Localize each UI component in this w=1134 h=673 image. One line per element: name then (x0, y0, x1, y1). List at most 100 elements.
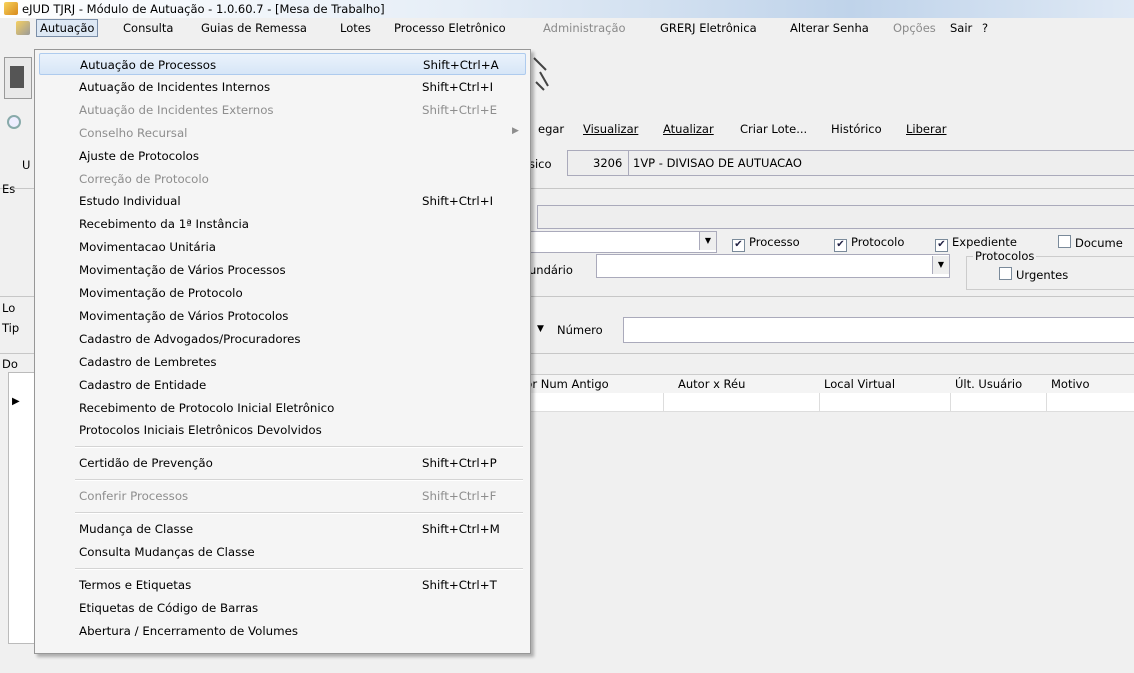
menu-consulta[interactable]: Consulta (123, 21, 173, 35)
col-local-virtual[interactable]: Local Virtual (824, 377, 895, 391)
menu-item-autuacao-de-incidentes-internos[interactable]: Autuação de Incidentes Internos Shift+Ctr… (39, 76, 526, 98)
menu-item-label: Etiquetas de Código de Barras (79, 600, 259, 615)
menu-item-shortcut: Shift+Ctrl+P (422, 456, 497, 471)
menu-help[interactable]: ? (982, 21, 988, 35)
menu-item-recebimento-de-protocolo-inicial-eletronico[interactable]: Recebimento de Protocolo Inicial Eletrôn… (39, 397, 526, 419)
menu-separator (75, 479, 523, 482)
caret-down-icon[interactable]: ▼ (529, 318, 551, 340)
menu-item-protocolos-iniciais-eletronicos-devolvidos[interactable]: Protocolos Iniciais Eletrônicos Devolvid… (39, 419, 526, 441)
menu-item-shortcut: Shift+Ctrl+A (423, 58, 499, 72)
link-atualizar[interactable]: Atualizar (663, 122, 714, 136)
menu-item-ajuste-de-protocolos[interactable]: Ajuste de Protocolos (39, 145, 526, 167)
chevron-down-icon[interactable]: ▼ (932, 256, 949, 274)
menu-item-label: Cadastro de Advogados/Procuradores (79, 331, 301, 346)
menu-item-label: Recebimento da 1ª Instância (79, 217, 249, 232)
menu-item-abertura-encerramento-de-volumes[interactable]: Abertura / Encerramento de Volumes (39, 620, 526, 642)
menu-item-label: Consulta Mudanças de Classe (79, 545, 255, 559)
toolbar-tool-icon[interactable] (530, 52, 552, 96)
unit-name-field: 1VP - DIVISAO DE AUTUACAO (628, 150, 1134, 176)
menu-item-movimentacao-de-protocolo[interactable]: Movimentação de Protocolo (39, 282, 526, 304)
col-num-antigo[interactable]: dor Num Antigo (518, 377, 609, 391)
side-label: Es (2, 182, 16, 196)
protocolos-group: Protocolos Urgentes (966, 249, 1134, 290)
menu-sair[interactable]: Sair (950, 21, 972, 35)
menu-item-certidao-de-prevencao[interactable]: Certidão de Prevenção Shift+Ctrl+P (39, 452, 526, 474)
menu-item-cadastro-de-lembretes[interactable]: Cadastro de Lembretes (39, 351, 526, 373)
menu-grerj-eletronica[interactable]: GRERJ Eletrônica (660, 21, 757, 35)
menu-item-estudo-individual[interactable]: Estudo Individual Shift+Ctrl+I (39, 190, 526, 212)
link-visualizar[interactable]: Visualizar (583, 122, 638, 136)
left-grid-fragment (8, 372, 36, 644)
col-motivo[interactable]: Motivo (1051, 377, 1090, 391)
side-label: U (22, 158, 31, 172)
menu-item-label: Conselho Recursal (79, 125, 188, 140)
filter-text-field[interactable] (537, 205, 1134, 229)
menu-item-conferir-processos: Conferir Processos Shift+Ctrl+F (39, 485, 526, 507)
menu-item-label: Autuação de Processos (80, 58, 217, 72)
menu-item-shortcut: Shift+Ctrl+M (422, 522, 500, 537)
menu-separator (75, 446, 523, 449)
menu-item-recebimento-da-1-instancia[interactable]: Recebimento da 1ª Instância (39, 213, 526, 235)
menu-item-shortcut: Shift+Ctrl+F (422, 489, 497, 504)
label-secundario: undário (529, 263, 573, 277)
menu-item-cadastro-de-advogados-procuradores[interactable]: Cadastro de Advogados/Procuradores (39, 328, 526, 350)
menu-item-termos-e-etiquetas[interactable]: Termos e Etiquetas Shift+Ctrl+T (39, 574, 526, 596)
window-title: eJUD TJRJ - Módulo de Autuação - 1.0.60.… (22, 2, 385, 16)
menu-item-autuacao-de-processos[interactable]: Autuação de Processos Shift+Ctrl+A (39, 53, 526, 75)
menu-item-label: Protocolos Iniciais Eletrônicos Devolvid… (79, 423, 322, 438)
menu-item-movimentacao-de-varios-protocolos[interactable]: Movimentação de Vários Protocolos (39, 305, 526, 327)
toolbar-button-left[interactable] (4, 57, 32, 99)
link-criar-lote[interactable]: Criar Lote... (740, 122, 807, 136)
menu-item-mudanca-de-classe[interactable]: Mudança de Classe Shift+Ctrl+M (39, 518, 526, 540)
menu-item-label: Cadastro de Entidade (79, 377, 207, 392)
menu-separator (75, 567, 523, 570)
menu-item-label: Movimentação de Vários Protocolos (79, 308, 289, 323)
checkbox-protocolo[interactable]: ✔ Protocolo (834, 235, 904, 252)
menu-item-label: Ajuste de Protocolos (79, 148, 200, 163)
menu-item-label: Autuação de Incidentes Internos (79, 79, 271, 94)
col-ult-usuario[interactable]: Últ. Usuário (955, 377, 1022, 391)
menu-item-correcao-de-protocolo: Correção de Protocolo (39, 168, 526, 190)
grid-body (518, 412, 1134, 642)
checkbox-documento[interactable]: Docume (1058, 235, 1123, 250)
link-historico[interactable]: Histórico (831, 122, 882, 136)
side-label: Do (2, 357, 18, 371)
link-pegar[interactable]: egar (538, 122, 564, 136)
table-row[interactable] (518, 393, 1134, 412)
menu-item-shortcut: Shift+Ctrl+E (422, 102, 498, 117)
menu-item-movimentacao-de-varios-processos[interactable]: Movimentação de Vários Processos (39, 259, 526, 281)
menu-item-etiquetas-de-codigo-de-barras[interactable]: Etiquetas de Código de Barras (39, 597, 526, 619)
checkbox-processo[interactable]: ✔ Processo (732, 235, 800, 252)
secondary-select[interactable]: ▼ (596, 254, 950, 278)
checkbox-urgentes[interactable]: Urgentes (999, 267, 1068, 282)
search-icon[interactable] (6, 114, 24, 132)
menu-item-cadastro-de-entidade[interactable]: Cadastro de Entidade (39, 374, 526, 396)
menu-item-label: Mudança de Classe (79, 522, 194, 537)
app-menu-icon[interactable] (16, 21, 30, 35)
menu-guias-de-remessa[interactable]: Guias de Remessa (201, 21, 307, 35)
menu-item-label: Movimentacao Unitária (79, 240, 217, 255)
menu-administracao[interactable]: Administração (543, 21, 626, 35)
menu-item-shortcut: Shift+Ctrl+I (422, 79, 494, 94)
menu-item-label: Movimentação de Vários Processos (79, 263, 286, 278)
menu-item-movimentacao-unitaria[interactable]: Movimentacao Unitária (39, 236, 526, 258)
filter-type-select[interactable]: ▼ (529, 231, 717, 253)
app-icon (4, 2, 18, 15)
menu-lotes[interactable]: Lotes (340, 21, 371, 35)
menu-alterar-senha[interactable]: Alterar Senha (790, 21, 869, 35)
menu-opcoes[interactable]: Opções (893, 21, 936, 35)
unit-code-field: 3206 (567, 150, 629, 176)
menu-item-label: Abertura / Encerramento de Volumes (79, 623, 299, 638)
menu-item-consulta-mudancas-de-classe[interactable]: Consulta Mudanças de Classe (39, 541, 526, 563)
menu-item-label: Movimentação de Protocolo (79, 286, 243, 300)
numero-input[interactable] (623, 317, 1134, 343)
menu-processo-eletronico[interactable]: Processo Eletrônico (394, 21, 506, 35)
menu-bar: Autuação Consulta Guias de Remessa Lotes… (0, 18, 1134, 38)
menu-autuacao[interactable]: Autuação (36, 19, 99, 37)
chevron-down-icon[interactable]: ▼ (699, 232, 716, 250)
link-liberar[interactable]: Liberar (906, 122, 946, 136)
menu-item-label: Correção de Protocolo (79, 171, 209, 186)
menu-item-label: Estudo Individual (79, 194, 181, 209)
col-autor-reu[interactable]: Autor x Réu (678, 377, 745, 391)
side-label: Lo (2, 301, 16, 315)
